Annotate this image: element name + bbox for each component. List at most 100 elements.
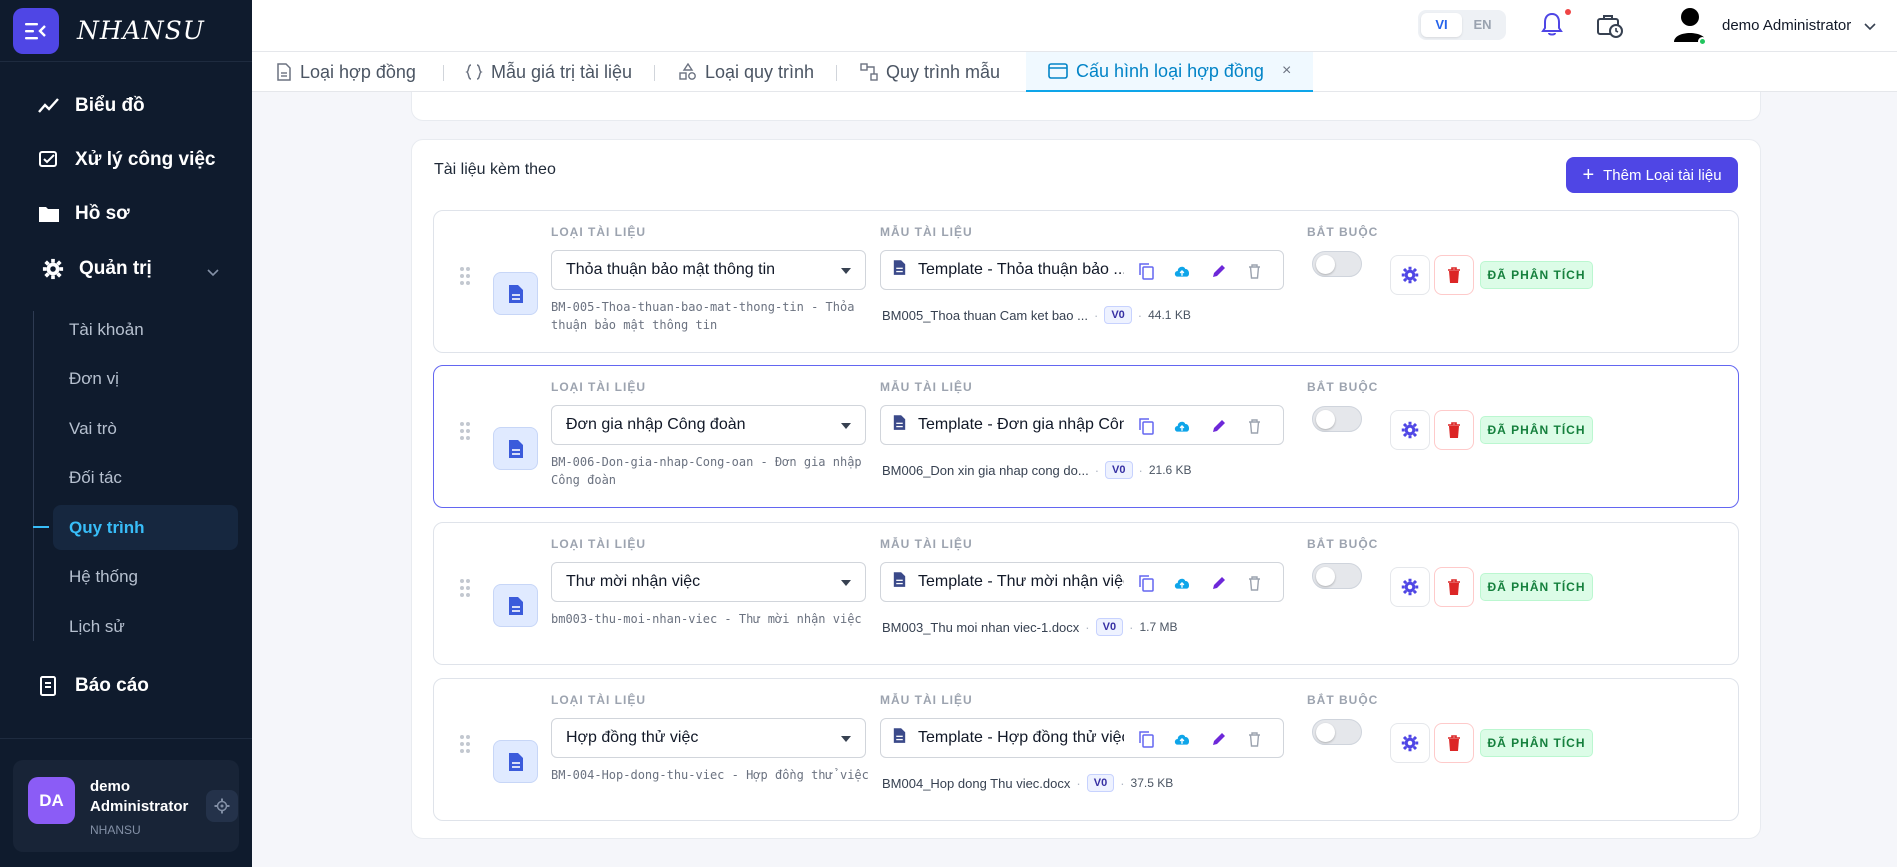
add-document-type-button[interactable]: + Thêm Loại tài liệu [1566,157,1738,193]
bell-icon[interactable] [1540,12,1564,43]
drag-handle-icon[interactable] [459,578,471,603]
delete-row-button[interactable] [1434,723,1474,763]
sidebar-item-ho-so[interactable]: Hồ sơ [38,203,130,225]
doc-type-value: Hợp đồng thử việc [566,729,699,746]
status-badge: ĐÃ PHÂN TÍCH [1480,729,1593,757]
document-type-icon [493,427,538,470]
sidebar-subitem-quy-trinh[interactable]: Quy trình [69,518,145,538]
trash-icon[interactable] [1245,574,1263,592]
doc-type-select[interactable]: Đơn gia nhập Công đoàn [551,405,866,445]
copy-icon[interactable] [1137,262,1155,280]
required-toggle[interactable] [1312,719,1362,745]
sidebar-subitem-doi-tac[interactable]: Đối tác [69,468,122,488]
label-required: BẮT BUỘC [1307,225,1379,239]
drag-handle-icon[interactable] [459,421,471,446]
trash-icon [1448,421,1460,438]
template-field[interactable]: Template - Hợp đồng thử việc [880,718,1284,758]
version-badge: V0 [1086,774,1115,792]
cloud-upload-icon[interactable] [1173,262,1191,280]
doc-type-code: BM-005-Thoa-thuan-bao-mat-thong-tin - Th… [551,300,855,332]
template-field[interactable]: Template - Thỏa thuận bảo ... [880,250,1284,290]
sidebar-subitem-vai-tro[interactable]: Vai trò [69,419,117,439]
delete-row-button[interactable] [1434,410,1474,450]
tab-label: Loại hợp đồng [300,61,416,82]
version-badge: V0 [1104,306,1132,324]
language-switch[interactable]: VI EN [1418,10,1506,40]
configure-button[interactable] [1390,255,1430,295]
close-icon[interactable]: × [1282,62,1291,80]
window-icon [1048,62,1068,80]
toggle-knob [1316,410,1335,429]
copy-icon[interactable] [1137,730,1155,748]
doc-type-code: bm003-thu-moi-nhan-viec - Thư mời nhận v… [551,612,862,626]
delete-row-button[interactable] [1434,255,1474,295]
user-settings-button[interactable] [206,790,238,822]
template-name: Template - Hợp đồng thử việc [918,729,1124,746]
tab-cau-hinh-loai-hop-dong[interactable]: Cấu hình loại hợp đồng × [1026,52,1314,92]
chevron-down-icon[interactable] [1864,18,1876,36]
required-toggle[interactable] [1312,563,1362,589]
cloud-upload-icon[interactable] [1173,730,1191,748]
template-name: Template - Đơn gia nhập Côn... [918,416,1124,433]
template-actions [1137,262,1263,280]
trash-icon[interactable] [1245,730,1263,748]
sidebar-subitem-tai-khoan[interactable]: Tài khoản [69,320,144,340]
pencil-icon[interactable] [1209,262,1227,280]
tab-loai-quy-trinh[interactable]: Loại quy trình [679,52,814,92]
template-field[interactable]: Template - Thư mời nhận việc [880,562,1284,602]
chevron-down-icon[interactable] [207,264,219,282]
configure-button[interactable] [1390,410,1430,450]
sidebar-item-quan-tri[interactable]: Quản trị [42,258,152,280]
trash-icon[interactable] [1245,262,1263,280]
cloud-upload-icon[interactable] [1173,417,1191,435]
tab-label: Loại quy trình [705,61,815,82]
tab-mau-gia-tri-tai-lieu[interactable]: Mẫu giá trị tài liệu [465,52,632,92]
plus-icon: + [1582,164,1595,186]
separator-dot: · [1120,775,1125,791]
tab-loai-hop-dong[interactable]: Loại hợp đồng [276,52,416,92]
gear-icon [42,258,64,280]
sidebar: NHANSU Biểu đồ Xử lý công việc Hồ sơ Quả… [0,0,252,867]
copy-icon[interactable] [1137,417,1155,435]
delete-row-button[interactable] [1434,567,1474,607]
briefcase-clock-icon[interactable] [1596,12,1624,43]
sidebar-subitem-he-thong[interactable]: Hệ thống [69,567,138,587]
cloud-upload-icon[interactable] [1173,574,1191,592]
trash-icon[interactable] [1245,417,1263,435]
sidebar-item-bieu-do[interactable]: Biểu đồ [38,95,145,117]
doc-type-select[interactable]: Thư mời nhận việc [551,562,866,602]
configure-button[interactable] [1390,567,1430,607]
drag-handle-icon[interactable] [459,734,471,759]
trash-icon [1448,578,1460,595]
gear-icon [1401,421,1419,439]
top-user-name[interactable]: demo Administrator [1722,17,1851,34]
lang-en-button[interactable]: EN [1462,13,1503,37]
drag-handle-icon[interactable] [459,266,471,291]
top-bar: VI EN demo Administrator [252,0,1897,52]
required-toggle[interactable] [1312,251,1362,277]
sidebar-subitem-lich-su[interactable]: Lịch sử [69,617,125,637]
lang-vi-button[interactable]: VI [1421,13,1462,37]
sidebar-item-xu-ly-cong-viec[interactable]: Xử lý công việc [38,149,215,171]
pencil-icon[interactable] [1209,417,1227,435]
copy-icon[interactable] [1137,574,1155,592]
document-row: LOẠI TÀI LIỆU MẪU TÀI LIỆU BẮT BUỘC Hợp … [433,678,1739,821]
label-template: MẪU TÀI LIỆU [880,537,973,551]
pencil-icon[interactable] [1209,730,1227,748]
menu-toggle-button[interactable] [13,7,59,54]
sidebar-subitem-don-vi[interactable]: Đơn vị [69,369,119,389]
status-badge: ĐÃ PHÂN TÍCH [1480,261,1593,289]
label-doc-type: LOẠI TÀI LIỆU [551,537,646,551]
configure-button[interactable] [1390,723,1430,763]
required-toggle[interactable] [1312,406,1362,432]
doc-type-select[interactable]: Thỏa thuận bảo mật thông tin [551,250,866,290]
tab-quy-trinh-mau[interactable]: Quy trình mẫu [860,52,1000,92]
toggle-knob [1316,723,1335,742]
doc-type-select[interactable]: Hợp đồng thử việc [551,718,866,758]
braces-icon [465,63,483,81]
report-icon [38,675,60,697]
sidebar-item-bao-cao[interactable]: Báo cáo [38,675,149,697]
tab-label: Quy trình mẫu [886,61,1001,82]
template-field[interactable]: Template - Đơn gia nhập Côn... [880,405,1284,445]
pencil-icon[interactable] [1209,574,1227,592]
